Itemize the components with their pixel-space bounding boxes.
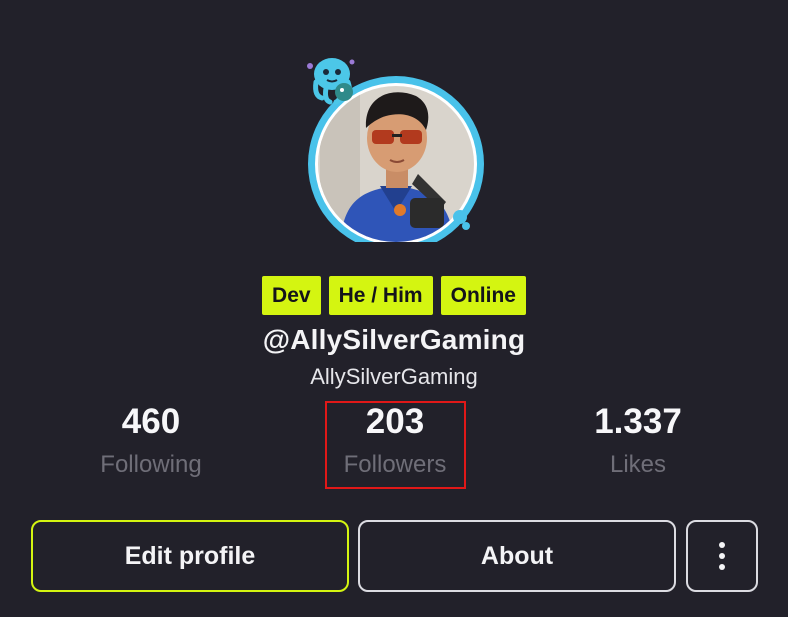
likes-count: 1.337 [594, 402, 682, 441]
tag-dev: Dev [262, 276, 321, 315]
followers-stat[interactable]: 203 Followers [300, 398, 490, 482]
about-button[interactable]: About [358, 520, 676, 592]
followers-count: 203 [365, 402, 425, 441]
profile-display-name: AllySilverGaming [310, 364, 478, 389]
profile-handle: @AllySilverGaming [262, 324, 526, 355]
edit-profile-button[interactable]: Edit profile [31, 520, 349, 592]
following-count: 460 [121, 402, 181, 441]
more-vertical-icon-dot [719, 564, 725, 570]
avatar-image [307, 58, 484, 242]
tag-pronouns: He / Him [328, 276, 433, 315]
following-label: Following [100, 451, 202, 478]
avatar[interactable] [300, 52, 492, 242]
likes-stat[interactable]: 1.337 Likes [543, 398, 733, 482]
profile-page: Dev He / Him Online @AllySilverGaming Al… [0, 0, 788, 617]
likes-label: Likes [609, 451, 667, 478]
tag-status: Online [440, 276, 526, 315]
more-vertical-icon-dot [719, 553, 725, 559]
profile-tags: Dev He / Him Online [0, 276, 788, 315]
following-stat[interactable]: 460 Following [56, 398, 246, 482]
more-options-button[interactable] [686, 520, 758, 592]
more-vertical-icon [719, 542, 725, 548]
followers-label: Followers [343, 451, 447, 478]
